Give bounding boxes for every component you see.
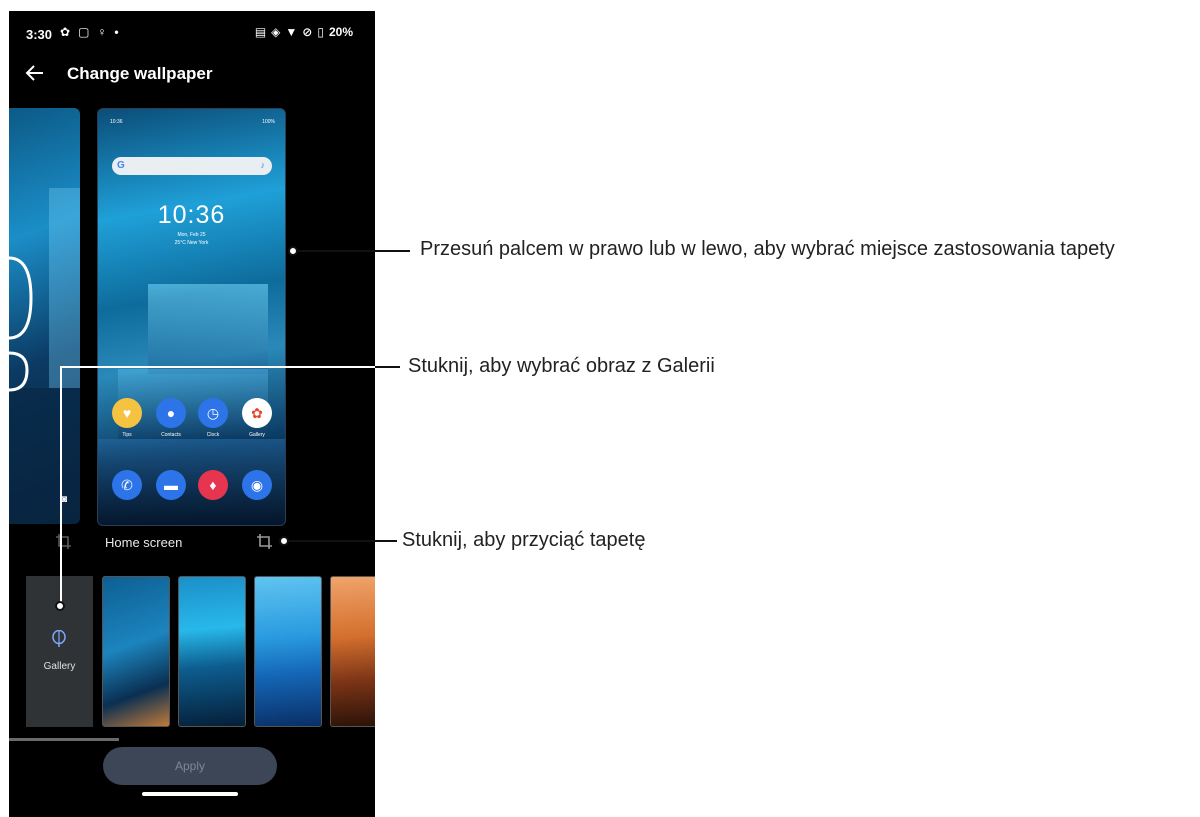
gallery-balloon-icon: [52, 630, 66, 647]
status-icons-left: ✿ ▢ ♀ •: [60, 25, 119, 39]
crop-callout: Stuknij, aby przyciąć tapetę: [402, 529, 646, 551]
preview-clock: 10:36: [157, 201, 226, 229]
battery-percent: 20%: [328, 25, 353, 39]
wallpaper-thumbnail[interactable]: [178, 576, 246, 727]
recorder-app-icon: ♦: [198, 470, 228, 500]
status-time: 3:30: [26, 27, 53, 42]
preview-status-time: 10:36: [110, 119, 123, 125]
preview-battery: 100%: [262, 119, 275, 125]
preview-weather: 25°C New York: [174, 240, 209, 246]
camera-app-icon: ◉: [242, 470, 272, 500]
crop-icon[interactable]: [55, 533, 73, 551]
page-title: Change wallpaper: [67, 64, 213, 83]
back-arrow-icon[interactable]: [23, 61, 47, 85]
lock-screen-preview-art: [9, 188, 80, 524]
callout-line: [289, 540, 397, 542]
image-notification-icon: ▢: [78, 25, 90, 39]
thumbnail-scrollbar[interactable]: [9, 738, 119, 741]
preview-search-bar: G ♪: [112, 157, 272, 175]
mic-icon: ♪: [260, 160, 266, 170]
home-indicator[interactable]: [142, 792, 238, 796]
callout-line: [60, 367, 62, 606]
phone-screen: 3:30 ✿ ▢ ♀ • ▤ ◈ ▼ ⊘ ▯ 20% Change wallpa…: [9, 11, 375, 817]
status-bar: 3:30 ✿ ▢ ♀ • ▤ ◈ ▼ ⊘ ▯ 20%: [9, 11, 375, 57]
wallpaper-thumbnail[interactable]: [102, 576, 170, 727]
home-screen-preview[interactable]: 10:36 100% G ♪ 10:36 Mon, Feb 25 25°C Ne…: [97, 108, 286, 526]
tips-app-icon: ♥: [112, 398, 142, 428]
swipe-callout: Przesuń palcem w prawo lub w lewo, aby w…: [420, 238, 1115, 260]
lightbulb-icon: ♀: [97, 25, 107, 39]
crop-icon[interactable]: [256, 533, 274, 551]
top-app-bar: Change wallpaper: [9, 57, 375, 91]
callout-line: [60, 366, 400, 368]
callout-dot: [288, 246, 298, 256]
more-notifications-dot-icon: •: [114, 25, 119, 39]
lock-screen-preview[interactable]: ◙: [9, 108, 80, 524]
status-icons-right: ▤ ◈ ▼ ⊘ ▯ 20%: [255, 25, 353, 39]
files-app-icon: ▬: [156, 470, 186, 500]
callout-line: [298, 250, 410, 252]
app-label: Clock: [206, 432, 220, 438]
apply-button[interactable]: Apply: [103, 747, 277, 785]
gallery-app-icon: ✿: [242, 398, 272, 428]
wifi-icon: ▼: [285, 25, 298, 39]
gallery-tile-label: Gallery: [43, 661, 76, 672]
app-label: Contacts: [161, 432, 181, 438]
battery-icon: ▯: [317, 25, 324, 39]
home-screen-caption: Home screen: [105, 535, 183, 550]
callout-line: [375, 366, 400, 368]
phone-app-icon: ✆: [112, 470, 142, 500]
contacts-app-icon: ●: [156, 398, 186, 428]
callout-dot: [279, 536, 289, 546]
clock-app-icon: ◷: [198, 398, 228, 428]
wallpaper-thumbnail[interactable]: [330, 576, 375, 727]
settings-gear-icon: ✿: [60, 25, 71, 39]
google-logo-icon: G: [117, 160, 125, 171]
wallpaper-thumbnail[interactable]: [254, 576, 322, 727]
callout-dot: [55, 601, 65, 611]
no-signal-icon: ⊘: [302, 25, 313, 39]
wallpaper-glass-shape: [148, 284, 268, 374]
gallery-callout: Stuknij, aby wybrać obraz z Galerii: [408, 355, 715, 377]
preview-date: Mon, Feb 25: [177, 232, 206, 238]
app-label: Tips: [122, 432, 132, 438]
app-label: Gallery: [249, 432, 265, 438]
data-icon: ▤: [254, 25, 267, 39]
vibrate-icon: ◈: [271, 25, 281, 39]
